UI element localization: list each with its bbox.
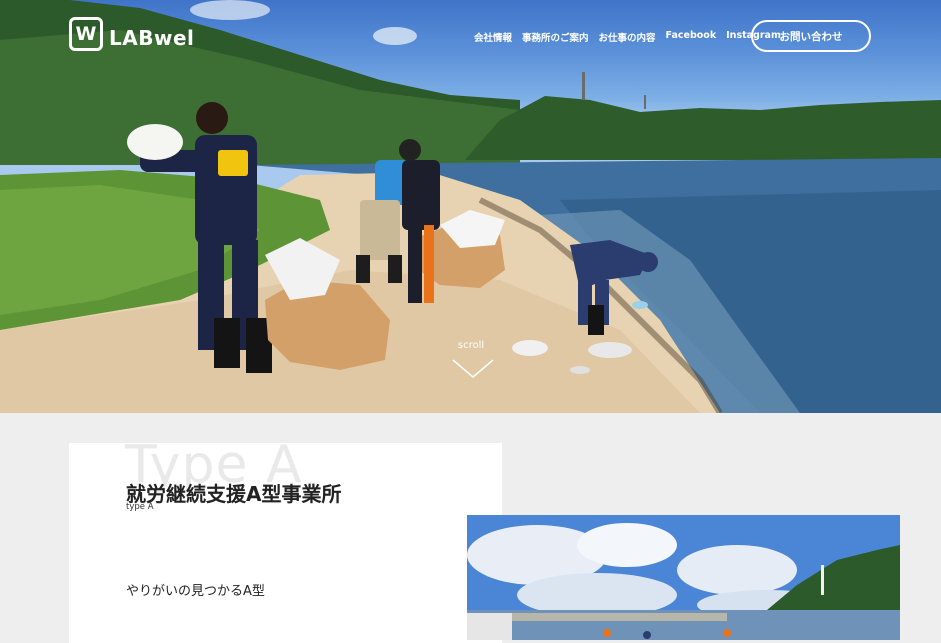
harbor-photo-image: [467, 515, 900, 640]
logo-mark-icon: W: [69, 17, 103, 51]
logo-wordmark: LABwel: [109, 26, 195, 50]
harbor-photo: [467, 515, 900, 640]
scroll-indicator[interactable]: scroll: [451, 340, 495, 379]
chevron-down-icon: [452, 359, 494, 378]
nav-item-company[interactable]: 会社情報: [474, 30, 512, 44]
nav-item-work[interactable]: お仕事の内容: [599, 30, 656, 44]
section-title: 就労継続支援A型事業所: [126, 482, 342, 506]
nav-item-facebook[interactable]: Facebook: [666, 30, 717, 44]
scroll-label: scroll: [457, 340, 485, 351]
contact-button[interactable]: お問い合わせ: [751, 20, 871, 52]
section-tagline: やりがいの見つかるA型: [126, 584, 265, 599]
site-logo[interactable]: W LABwel: [69, 17, 194, 51]
nav-item-office[interactable]: 事務所のご案内: [522, 30, 589, 44]
type-a-card: Type A 就労継続支援A型事業所 type A やりがいの見つかるA型: [69, 435, 502, 643]
section-subtitle: type A: [126, 502, 154, 512]
hero-section: W LABwel 会社情報 事務所のご案内 お仕事の内容 Facebook In…: [0, 0, 941, 413]
main-nav: 会社情報 事務所のご案内 お仕事の内容 Facebook Instagram: [474, 30, 781, 44]
